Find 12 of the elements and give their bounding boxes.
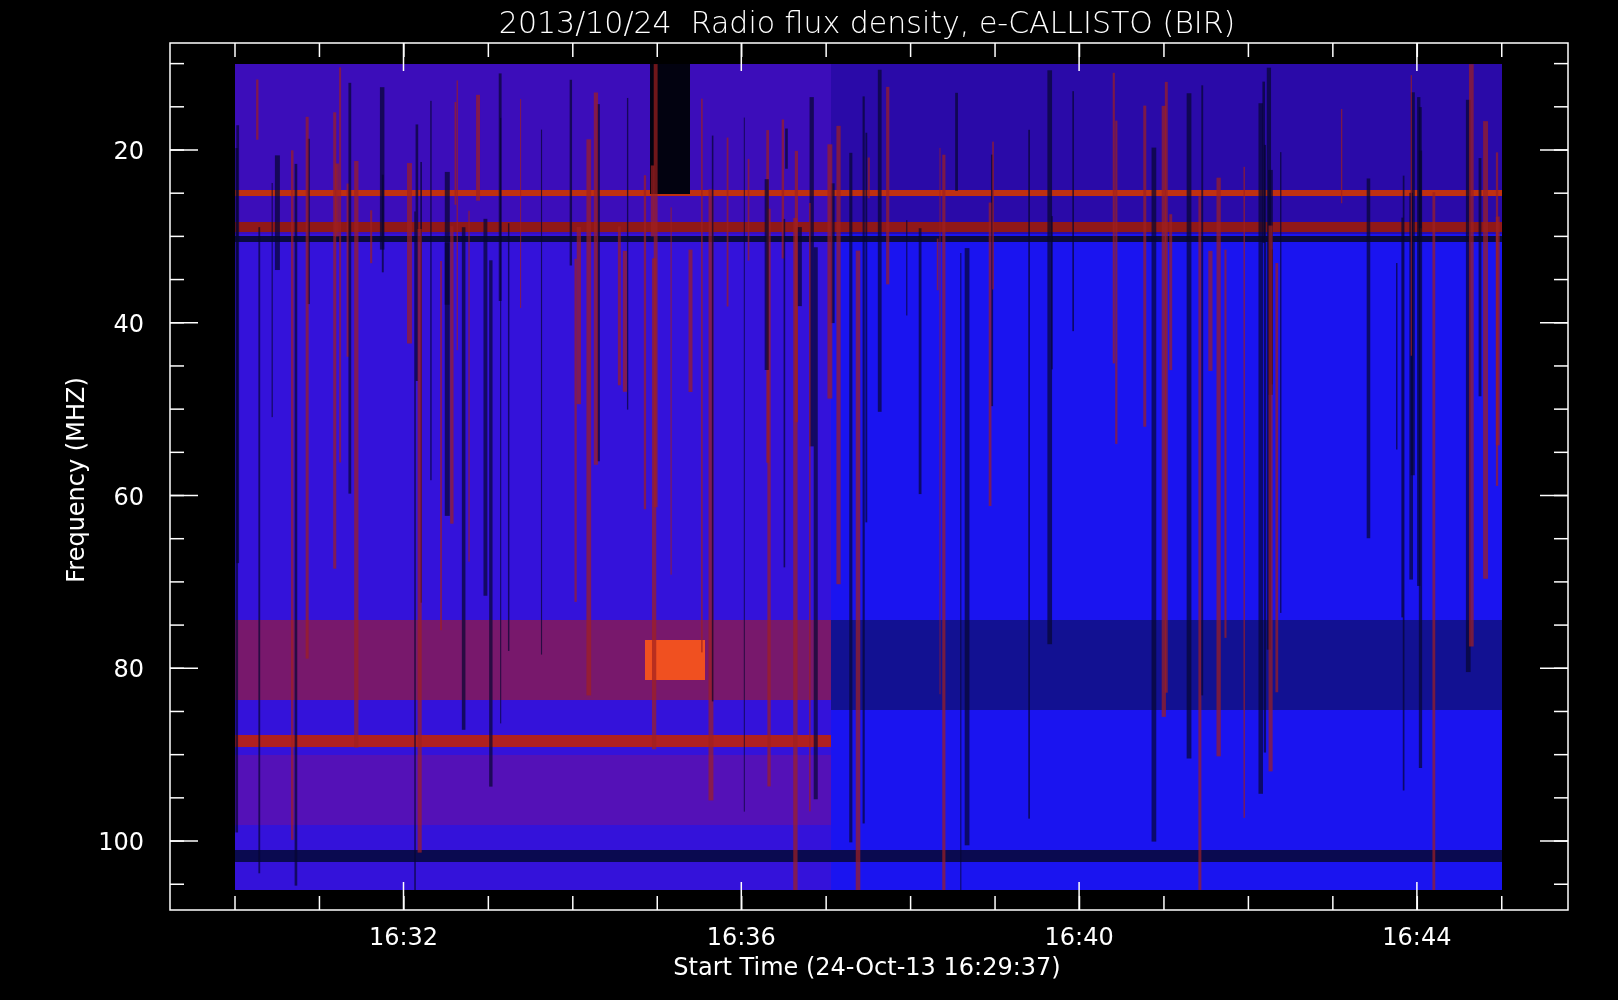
- y-tick-label: 40: [113, 309, 144, 338]
- y-axis-label: Frequency (MHZ): [62, 377, 90, 583]
- x-tick-label: 16:36: [706, 923, 776, 951]
- y-tick-label: 20: [113, 137, 144, 165]
- x-tick-label: 16:32: [368, 923, 439, 951]
- y-tick-label: 60: [113, 482, 144, 511]
- x-tick-label: 16:44: [1382, 923, 1452, 951]
- x-axis-label: Start Time (24-Oct-13 16:29:37): [673, 953, 1061, 981]
- x-tick-label: 16:40: [1044, 923, 1114, 951]
- chart-title: 2013/10/24 Radio flux density, e-CALLISTO (BIR): [498, 5, 1236, 40]
- y-tick-label: 80: [113, 655, 144, 684]
- y-tick-label: 100: [98, 828, 144, 856]
